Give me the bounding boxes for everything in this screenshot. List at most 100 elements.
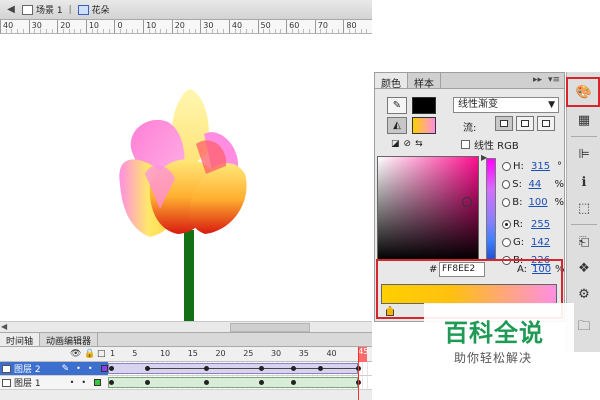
saturation-row: S: 44 % [502,175,564,193]
red-row: R: 255 [502,215,564,233]
lock-icon[interactable]: 🔒 [84,349,95,359]
ruler-minor-tick [240,29,242,33]
ruler-minor-tick [137,29,139,33]
frame-number-ruler[interactable]: 1 5 10 15 20 25 30 35 40 45 [108,347,372,362]
no-color-icon[interactable]: ⊘ [404,139,412,149]
layer-row[interactable]: 图层 1 • • [0,376,372,390]
ruler-minor-tick [165,29,167,33]
info-icon[interactable]: ℹ [573,172,595,192]
red-value[interactable]: 255 [531,219,555,230]
keyframe[interactable] [145,366,150,371]
swap-colors-icon[interactable]: ⇆ [415,139,423,149]
color-panel-icon[interactable]: 🎨 [573,82,595,102]
keyframe[interactable] [291,380,296,385]
library-icon[interactable]: ⎗ [573,232,595,252]
frame-number: 40 [326,349,337,358]
stroke-color-swatch[interactable] [412,97,436,114]
layer-frames[interactable] [108,376,372,389]
saturation-value[interactable]: 44 [528,179,552,190]
red-radio[interactable] [502,219,511,229]
visibility-dot[interactable]: • [70,378,75,387]
tab-color[interactable]: 颜色 [375,73,408,90]
outline-icon[interactable]: □ [97,349,106,359]
gradient-stop-pointer[interactable] [386,306,394,316]
hue-label: H: [513,160,524,172]
layer-name-cell[interactable]: 图层 2 ✎ • • [0,362,108,375]
back-arrow-icon[interactable]: ◀ [4,3,18,17]
lock-dot[interactable]: • [81,378,86,387]
transform-icon[interactable]: ⬚ [573,198,595,218]
green-radio[interactable] [502,237,511,247]
visibility-dot[interactable]: • [76,364,81,373]
brightness-row: B: 100 % [502,193,564,211]
symbol-crumb[interactable]: 花朵 [77,3,110,16]
keyframe[interactable] [291,366,296,371]
layer-row[interactable]: 图层 2 ✎ • • [0,362,372,376]
linear-rgb-checkbox[interactable] [461,140,470,149]
alpha-value[interactable]: 100 [532,264,551,275]
motion-presets-icon[interactable]: ⚙ [573,284,595,304]
hue-slider[interactable] [486,158,496,261]
color-picker-field[interactable] [377,156,479,261]
fill-type-select[interactable]: 线性渐变 ▼ [453,97,559,113]
align-icon[interactable]: ⊫ [573,144,595,164]
fill-color-swatch[interactable] [412,117,436,134]
ruler-minor-tick [246,29,248,33]
keyframe[interactable] [204,380,209,385]
hue-radio[interactable] [502,161,511,171]
layer-color-swatch[interactable] [94,379,102,386]
current-frame-number[interactable]: 45 [358,347,368,362]
ruler-minor-tick [303,29,305,33]
tab-timeline[interactable]: 时间轴 [0,333,41,347]
linear-rgb-option[interactable]: 线性 RGB [461,137,519,152]
ruler-minor-tick [217,29,219,33]
stage-canvas[interactable] [0,34,372,322]
keyframe[interactable] [259,380,264,385]
brightness-label: B: [512,196,523,208]
keyframe[interactable] [204,366,209,371]
project-folder-icon[interactable]: 🗀 [573,318,595,338]
flow-reflect-button[interactable] [516,116,534,131]
ruler-tick: 40 [0,20,13,33]
saturation-radio[interactable] [502,179,511,189]
flow-extend-button[interactable] [495,116,513,131]
hue-value[interactable]: 315 [531,161,555,172]
fill-bucket-icon[interactable]: ◭ [387,117,407,134]
ruler-minor-tick [354,29,356,33]
default-colors-icon[interactable]: ◪ [391,139,400,149]
layer-name-cell[interactable]: 图层 1 • • [0,376,108,389]
swatches-grid-icon[interactable]: ▦ [573,110,595,130]
pencil-icon: ✎ [61,363,70,374]
panel-menu-icon[interactable]: ▾≡ [548,75,560,85]
keyframe[interactable] [318,366,323,371]
keyframe[interactable] [145,380,150,385]
eye-icon[interactable]: 👁 [70,349,81,359]
green-value[interactable]: 142 [531,237,555,248]
ruler-minor-tick [194,29,196,33]
brightness-value[interactable]: 100 [528,197,552,208]
brightness-radio[interactable] [502,197,511,207]
color-picker-marker[interactable] [462,197,472,207]
scene-crumb[interactable]: 场景 1 [22,3,63,16]
layer-frames[interactable] [108,362,372,375]
playhead[interactable] [358,347,359,400]
stroke-pencil-icon[interactable]: ✎ [387,97,407,114]
layer-color-swatch[interactable] [100,365,108,372]
lock-dot[interactable]: • [88,364,93,373]
flow-repeat-button[interactable] [537,116,555,131]
keyframe[interactable] [109,366,114,371]
gradient-preview-bar[interactable] [381,284,557,304]
ruler-minor-tick [349,29,351,33]
keyframe[interactable] [259,366,264,371]
collapse-icon[interactable]: ▸▸ [533,75,542,85]
tab-motion-editor[interactable]: 动画编辑器 [40,333,99,347]
scene-label: 场景 1 [36,6,63,16]
components-icon[interactable]: ❖ [573,258,595,278]
hex-input[interactable]: FF8EE2 [439,262,485,277]
tab-swatches[interactable]: 样本 [408,73,441,90]
stage-horizontal-scrollbar[interactable]: ◀ [0,321,372,332]
keyframe[interactable] [109,380,114,385]
scroll-left-icon[interactable]: ◀ [1,322,7,331]
ruler-minor-tick [211,29,213,33]
scrollbar-thumb[interactable] [230,323,310,332]
